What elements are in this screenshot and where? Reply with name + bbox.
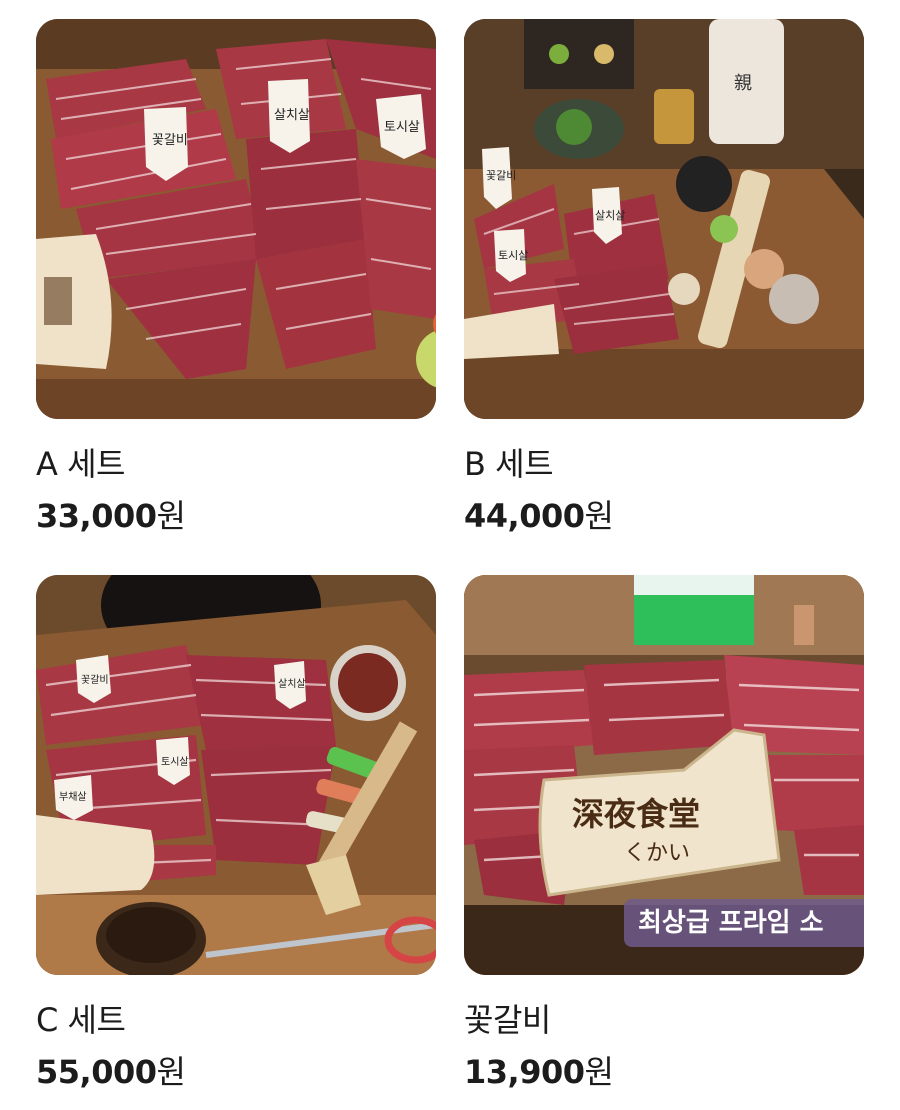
product-photo[interactable]: 꽃갈비 살치살 토시살 부채살 <box>36 575 436 975</box>
product-card-flower-rib[interactable]: 深夜食堂 くかい 최상급 프라임 소 꽃갈비 13,900원 <box>464 575 864 1091</box>
beef-platter-photo-icon: 親 꽃갈비 살치살 토시살 <box>464 19 864 419</box>
product-name: C 세트 <box>36 1001 126 1039</box>
svg-text:살치살: 살치살 <box>278 678 306 690</box>
product-price: 55,000원 <box>36 1053 436 1091</box>
price-unit: 원 <box>584 1053 614 1091</box>
svg-text:꽃갈비: 꽃갈비 <box>152 133 188 148</box>
price-value: 44,000 <box>464 497 585 535</box>
price-value: 33,000 <box>36 497 157 535</box>
svg-text:深夜食堂: 深夜食堂 <box>572 795 700 833</box>
svg-text:부채살: 부채살 <box>59 791 87 803</box>
product-price: 44,000원 <box>464 497 864 535</box>
price-value: 13,900 <box>464 1053 585 1091</box>
product-name: B 세트 <box>464 445 554 483</box>
price-unit: 원 <box>156 1053 186 1091</box>
beef-platter-photo-icon: 꽃갈비 살치살 토시살 부채살 <box>36 575 436 975</box>
svg-text:親: 親 <box>734 73 752 94</box>
svg-text:토시살: 토시살 <box>384 120 420 135</box>
price-value: 55,000 <box>36 1053 157 1091</box>
product-photo[interactable]: 深夜食堂 くかい 최상급 프라임 소 <box>464 575 864 975</box>
product-price: 33,000원 <box>36 497 436 535</box>
svg-text:살치살: 살치살 <box>595 209 625 222</box>
svg-text:꽃갈비: 꽃갈비 <box>486 168 516 182</box>
beef-platter-photo-icon: 꽃갈비 살치살 토시살 <box>36 19 436 419</box>
product-photo[interactable]: 꽃갈비 살치살 토시살 <box>36 19 436 419</box>
product-card-c-set[interactable]: 꽃갈비 살치살 토시살 부채살 C 세트 55,000원 <box>36 575 436 1091</box>
product-card-b-set[interactable]: 親 꽃갈비 살치살 토시살 B 세트 44,000원 <box>464 19 864 535</box>
product-photo[interactable]: 親 꽃갈비 살치살 토시살 <box>464 19 864 419</box>
price-unit: 원 <box>584 497 614 535</box>
product-price: 13,900원 <box>464 1053 864 1091</box>
promo-banner: 최상급 프라임 소 <box>624 899 864 947</box>
svg-text:くかい: くかい <box>624 841 690 866</box>
product-grid: 꽃갈비 살치살 토시살 A 세트 33,000원 親 꽃갈비 살치살 토시살 B… <box>0 0 900 1110</box>
price-unit: 원 <box>156 497 186 535</box>
svg-text:토시살: 토시살 <box>161 756 189 768</box>
product-card-a-set[interactable]: 꽃갈비 살치살 토시살 A 세트 33,000원 <box>36 19 436 535</box>
product-name: A 세트 <box>36 445 125 483</box>
svg-text:살치살: 살치살 <box>274 108 310 123</box>
product-name: 꽃갈비 <box>464 1001 551 1039</box>
svg-text:꽃갈비: 꽃갈비 <box>81 673 109 686</box>
svg-text:토시살: 토시살 <box>498 249 528 262</box>
